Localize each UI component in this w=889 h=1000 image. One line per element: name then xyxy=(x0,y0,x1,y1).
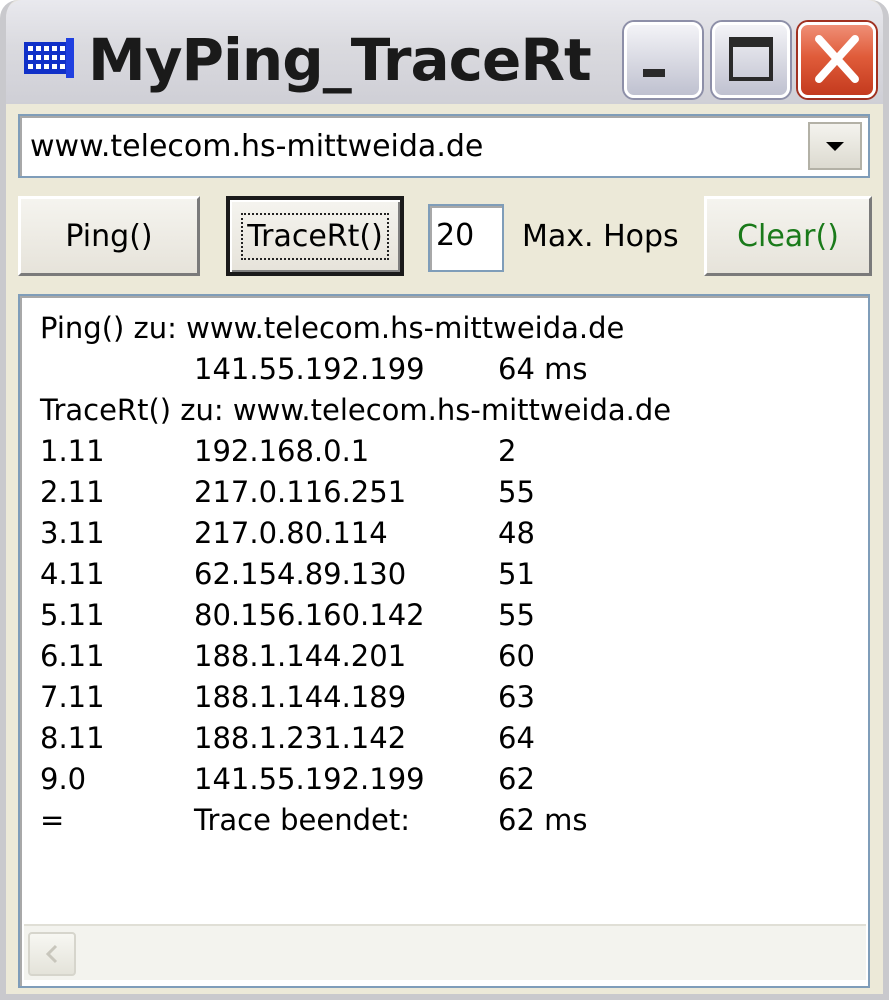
tracert-button[interactable]: TraceRt() xyxy=(226,196,404,276)
minimize-icon xyxy=(643,69,665,77)
chevron-down-icon xyxy=(826,142,844,151)
output-line-col2: 60 xyxy=(498,639,535,673)
output-line-col1: 217.0.80.114 xyxy=(194,516,388,550)
output-line-col2: 62 xyxy=(498,762,535,796)
tracert-button-label: TraceRt() xyxy=(241,212,389,260)
output-line-col1: 141.55.192.199 xyxy=(194,762,425,796)
output-line-col0: 3.11 xyxy=(40,516,105,550)
output-line-col1: 188.1.144.189 xyxy=(194,680,407,714)
output-line-col0: 7.11 xyxy=(40,680,105,714)
output-line-col0: 6.11 xyxy=(40,639,105,673)
output-line-col1: 188.1.144.201 xyxy=(194,639,407,673)
output-line-col2: 48 xyxy=(498,516,535,550)
output-line-col1: 217.0.116.251 xyxy=(194,475,407,509)
output-line-col0: Ping() zu: www.telecom.hs-mittweida.de xyxy=(40,311,625,345)
output-line-col2: 51 xyxy=(498,557,535,591)
title-bar[interactable]: MyPing_TraceRt xyxy=(6,0,883,104)
output-line-col1: 62.154.89.130 xyxy=(194,557,407,591)
output-line-col2: 62 ms xyxy=(498,803,588,837)
ping-button[interactable]: Ping() xyxy=(18,196,200,276)
close-button[interactable] xyxy=(798,22,876,98)
close-icon xyxy=(815,35,859,83)
client-area: www.telecom.hs-mittweida.de Ping() Trace… xyxy=(6,104,883,994)
output-line-col0: 2.11 xyxy=(40,475,105,509)
output-line-col0: 1.11 xyxy=(40,434,105,468)
output-line-col0: TraceRt() zu: www.telecom.hs-mittweida.d… xyxy=(40,393,672,427)
output-line-col2: 55 xyxy=(498,598,535,632)
minimize-button[interactable] xyxy=(624,22,702,98)
output-line-col1: 141.55.192.199 xyxy=(194,352,425,386)
maximize-button[interactable] xyxy=(712,22,790,98)
output-line-col0: 8.11 xyxy=(40,721,105,755)
dropdown-button[interactable] xyxy=(808,122,862,170)
window-title: MyPing_TraceRt xyxy=(88,26,592,94)
max-hops-label: Max. Hops xyxy=(522,219,679,254)
max-hops-input[interactable]: 20 xyxy=(428,204,504,272)
output-line-col2: 63 xyxy=(498,680,535,714)
output-line-col2: 2 xyxy=(498,434,517,468)
scroll-left-button[interactable] xyxy=(28,932,76,976)
output-line-col0: 4.11 xyxy=(40,557,105,591)
horizontal-scrollbar[interactable] xyxy=(24,924,866,980)
maximize-icon xyxy=(729,37,773,81)
output-line-col2: 55 xyxy=(498,475,535,509)
output-line-col1: 192.168.0.1 xyxy=(194,434,370,468)
output-line-col0: 9.0 xyxy=(40,762,87,796)
output-line-col0: = xyxy=(40,803,65,837)
app-window: MyPing_TraceRt www.telecom.hs-mittweida.… xyxy=(0,0,889,1000)
output-line-col2: 64 xyxy=(498,721,535,755)
output-line-col0: 5.11 xyxy=(40,598,105,632)
chevron-left-icon xyxy=(45,944,58,964)
network-grid-icon xyxy=(24,38,74,78)
host-combobox[interactable]: www.telecom.hs-mittweida.de xyxy=(18,114,870,178)
output-line-col1: 80.156.160.142 xyxy=(194,598,425,632)
clear-button[interactable]: Clear() xyxy=(704,196,872,276)
output-line-col1: Trace beendet: xyxy=(194,803,411,837)
output-line-col1: 188.1.231.142 xyxy=(194,721,407,755)
output-textbox[interactable]: Ping() zu: www.telecom.hs-mittweida.de 14… xyxy=(18,294,870,988)
host-input[interactable]: www.telecom.hs-mittweida.de xyxy=(30,128,483,166)
output-line-col2: 64 ms xyxy=(498,352,588,386)
